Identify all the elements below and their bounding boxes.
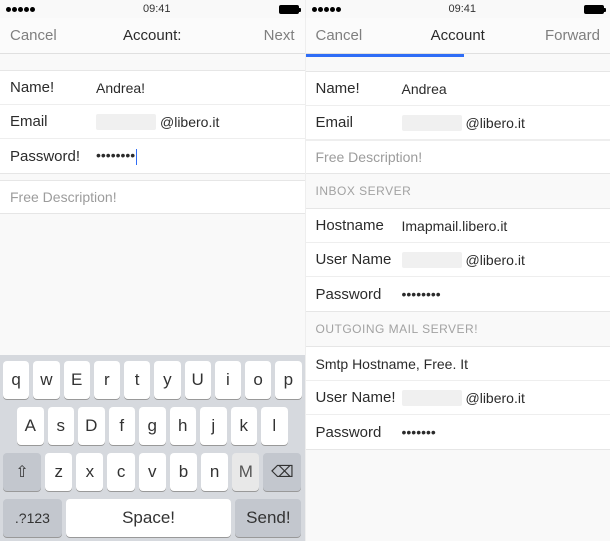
keyboard-row-2: A s D f g h j k l bbox=[3, 407, 302, 445]
nav-bar: Cancel Account: Next bbox=[0, 18, 305, 54]
nav-bar: Cancel Account Forward bbox=[306, 18, 610, 54]
inbox-user-field[interactable]: @libero.it bbox=[402, 252, 601, 268]
key-y[interactable]: y bbox=[154, 361, 180, 399]
key-o[interactable]: o bbox=[245, 361, 271, 399]
email-label: Email bbox=[10, 113, 96, 130]
key-b[interactable]: b bbox=[170, 453, 197, 491]
keyboard: q w E r t y U i o p A s D f g h j k l ⇧ … bbox=[0, 355, 305, 541]
shift-icon: ⇧ bbox=[15, 462, 28, 482]
status-bar: 09:41 bbox=[0, 0, 305, 18]
signal-icon bbox=[6, 7, 35, 12]
nav-title: Account: bbox=[105, 27, 200, 44]
key-j[interactable]: j bbox=[200, 407, 227, 445]
smtp-user-label: User Name! bbox=[316, 389, 402, 406]
battery-icon bbox=[279, 5, 299, 14]
key-send[interactable]: Send! bbox=[235, 499, 301, 537]
key-i[interactable]: i bbox=[215, 361, 241, 399]
status-time: 09:41 bbox=[448, 3, 476, 15]
screen-right: 09:41 Cancel Account Forward Name! Andre… bbox=[305, 0, 610, 541]
key-f[interactable]: f bbox=[109, 407, 136, 445]
inbox-pass-label: Password bbox=[316, 286, 402, 303]
name-label: Name! bbox=[10, 79, 96, 96]
signal-icon bbox=[312, 7, 341, 12]
key-delete[interactable]: ⌫ bbox=[263, 453, 301, 491]
key-u[interactable]: U bbox=[185, 361, 211, 399]
keyboard-row-4: .?123 Space! Send! bbox=[3, 499, 302, 537]
email-user-blur bbox=[96, 114, 156, 130]
key-z[interactable]: z bbox=[45, 453, 72, 491]
smtp-pass-field[interactable]: ••••••• bbox=[402, 424, 601, 440]
cancel-button[interactable]: Cancel bbox=[316, 27, 411, 44]
key-k[interactable]: k bbox=[231, 407, 258, 445]
text-cursor bbox=[136, 149, 137, 165]
key-v[interactable]: v bbox=[139, 453, 166, 491]
email-field[interactable]: @libero.it bbox=[96, 114, 295, 130]
key-h[interactable]: h bbox=[170, 407, 197, 445]
cancel-button[interactable]: Cancel bbox=[10, 27, 105, 44]
nav-title: Account bbox=[410, 27, 505, 44]
password-label: Password! bbox=[10, 148, 96, 165]
password-field[interactable]: •••••••• bbox=[96, 147, 295, 164]
key-p[interactable]: p bbox=[275, 361, 301, 399]
name-label: Name! bbox=[316, 80, 402, 97]
key-d[interactable]: D bbox=[78, 407, 105, 445]
status-time: 09:41 bbox=[143, 3, 171, 15]
smtp-host-field[interactable]: Smtp Hostname, Free. It bbox=[316, 356, 601, 372]
delete-icon: ⌫ bbox=[271, 462, 294, 482]
keyboard-row-3: ⇧ z x c v b n M ⌫ bbox=[3, 453, 302, 491]
key-g[interactable]: g bbox=[139, 407, 166, 445]
smtp-user-blur bbox=[402, 390, 462, 406]
email-label: Email bbox=[316, 114, 402, 131]
battery-icon bbox=[584, 5, 604, 14]
key-m[interactable]: M bbox=[232, 453, 259, 491]
inbox-user-domain: @libero.it bbox=[466, 252, 601, 268]
email-domain: @libero.it bbox=[160, 114, 295, 130]
description-field[interactable]: Free Description! bbox=[0, 181, 305, 213]
account-form: Name! Andrea Email @libero.it Free Descr… bbox=[306, 71, 610, 174]
inbox-user-label: User Name bbox=[316, 251, 402, 268]
key-q[interactable]: q bbox=[3, 361, 29, 399]
keyboard-row-1: q w E r t y U i o p bbox=[3, 361, 302, 399]
inbox-server-section: Hostname Imapmail.libero.it User Name @l… bbox=[306, 208, 610, 312]
name-field[interactable]: Andrea bbox=[402, 81, 601, 97]
key-r[interactable]: r bbox=[94, 361, 120, 399]
email-field[interactable]: @libero.it bbox=[402, 115, 601, 131]
key-l[interactable]: l bbox=[261, 407, 288, 445]
smtp-user-domain: @libero.it bbox=[466, 390, 601, 406]
screen-left: 09:41 Cancel Account: Next Name! Andrea!… bbox=[0, 0, 305, 541]
key-c[interactable]: c bbox=[107, 453, 134, 491]
key-space[interactable]: Space! bbox=[66, 499, 231, 537]
next-button[interactable]: Next bbox=[200, 27, 295, 44]
inbox-pass-field[interactable]: •••••••• bbox=[402, 286, 601, 302]
inbox-host-label: Hostname bbox=[316, 217, 402, 234]
smtp-user-field[interactable]: @libero.it bbox=[402, 390, 601, 406]
key-a[interactable]: A bbox=[17, 407, 44, 445]
progress-bar bbox=[306, 54, 464, 57]
email-domain: @libero.it bbox=[466, 115, 601, 131]
email-user-blur bbox=[402, 115, 462, 131]
description-field[interactable]: Free Description! bbox=[306, 140, 610, 173]
key-w[interactable]: w bbox=[33, 361, 59, 399]
inbox-user-blur bbox=[402, 252, 462, 268]
forward-button[interactable]: Forward bbox=[505, 27, 600, 44]
key-x[interactable]: x bbox=[76, 453, 103, 491]
outgoing-server-header: OUTGOING MAIL SERVER! bbox=[306, 312, 610, 340]
smtp-pass-label: Password bbox=[316, 424, 402, 441]
status-bar: 09:41 bbox=[306, 0, 610, 18]
name-field[interactable]: Andrea! bbox=[96, 80, 295, 96]
key-s[interactable]: s bbox=[48, 407, 75, 445]
inbox-host-field[interactable]: Imapmail.libero.it bbox=[402, 218, 601, 234]
key-e[interactable]: E bbox=[64, 361, 90, 399]
key-t[interactable]: t bbox=[124, 361, 150, 399]
key-n[interactable]: n bbox=[201, 453, 228, 491]
account-form: Name! Andrea! Email @libero.it Password!… bbox=[0, 70, 305, 174]
outgoing-server-section: Smtp Hostname, Free. It User Name! @libe… bbox=[306, 346, 610, 450]
key-numbers[interactable]: .?123 bbox=[3, 499, 62, 537]
inbox-server-header: INBOX SERVER bbox=[306, 174, 610, 202]
key-shift[interactable]: ⇧ bbox=[3, 453, 41, 491]
